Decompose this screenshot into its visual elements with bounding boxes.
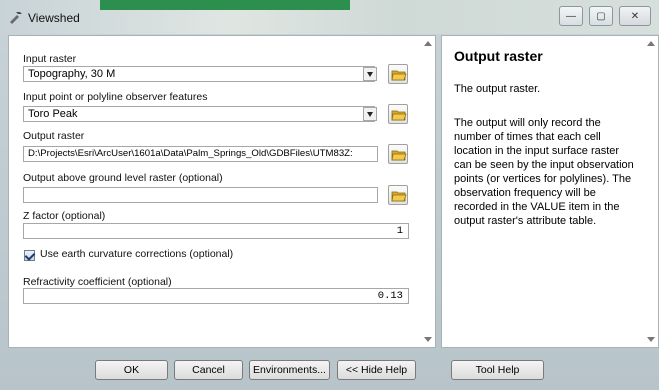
viewshed-dialog: Viewshed — ▢ ✕ Input raster Topography, … [0,0,659,390]
minimize-icon: — [566,10,576,22]
tool-help-button[interactable]: Tool Help [451,360,544,380]
observer-features-browse-button[interactable] [388,104,408,124]
close-icon: ✕ [630,10,640,22]
window-title: Viewshed [28,11,80,25]
parameters-panel: Input raster Topography, 30 M Input poin… [8,35,423,348]
help-scroll-down-icon[interactable] [647,337,655,342]
input-raster-dropdown-icon[interactable] [363,67,377,81]
cancel-button[interactable]: Cancel [174,360,243,380]
restore-button[interactable]: ▢ [589,6,613,26]
observer-features-label: Input point or polyline observer feature… [23,91,208,103]
z-factor-label: Z factor (optional) [23,210,106,222]
earth-curvature-label: Use earth curvature corrections (optiona… [40,248,234,260]
input-raster-label: Input raster [23,53,77,65]
help-paragraph-1: The output raster. [454,83,541,95]
input-raster-browse-button[interactable] [388,64,408,84]
title-bar[interactable]: Viewshed — ▢ ✕ [0,0,659,34]
input-raster-select[interactable]: Topography, 30 M [23,66,375,82]
output-raster-input[interactable]: D:\Projects\Esri\ArcUser\1601a\Data\Palm… [23,146,378,162]
above-ground-input[interactable] [23,187,378,203]
help-paragraph-2: The output will only record the number o… [454,117,634,227]
hide-help-button[interactable]: << Hide Help [337,360,416,380]
scroll-down-icon[interactable] [424,337,432,342]
background-tab-strip [100,0,350,10]
earth-curvature-checkbox[interactable] [24,250,35,261]
z-factor-input[interactable]: 1 [23,223,409,239]
open-folder-icon [391,110,407,121]
ok-button[interactable]: OK [95,360,168,380]
restore-icon: ▢ [596,10,606,22]
refractivity-input[interactable]: 0.13 [23,288,409,304]
help-scrollbar[interactable] [644,35,659,348]
above-ground-browse-button[interactable] [388,185,408,205]
open-folder-icon [391,70,407,81]
window-controls: — ▢ ✕ [559,6,651,28]
parameters-scrollbar[interactable] [421,35,436,348]
minimize-button[interactable]: — [559,6,583,26]
output-raster-label: Output raster [23,130,85,142]
observer-features-dropdown-icon[interactable] [363,107,377,121]
help-title: Output raster [454,48,543,64]
above-ground-label: Output above ground level raster (option… [23,172,223,184]
environments-button[interactable]: Environments... [249,360,330,380]
scroll-up-icon[interactable] [424,41,432,46]
observer-features-select[interactable]: Toro Peak [23,106,375,122]
close-button[interactable]: ✕ [619,6,651,26]
help-scroll-up-icon[interactable] [647,41,655,46]
open-folder-icon [391,191,407,202]
refractivity-label: Refractivity coefficient (optional) [23,276,172,288]
hammer-icon [10,12,22,24]
output-raster-browse-button[interactable] [388,144,408,164]
open-folder-icon [391,150,407,161]
help-panel: Output raster The output raster. The out… [441,35,646,348]
